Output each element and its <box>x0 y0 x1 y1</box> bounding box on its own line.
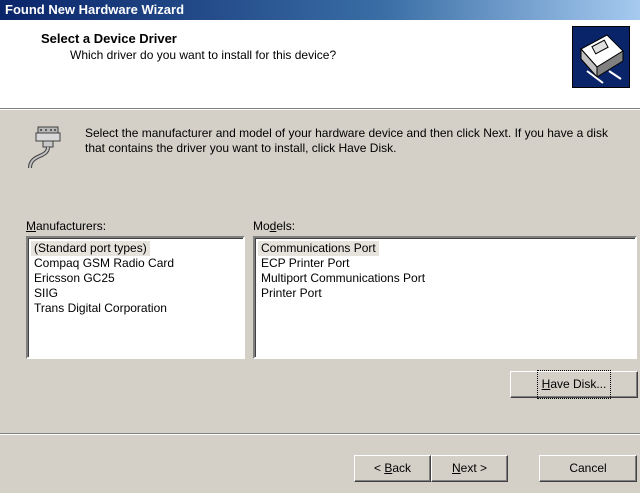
have-disk-button[interactable]: Have Disk... <box>510 370 638 399</box>
manufacturers-label: Manufacturers: <box>26 219 107 233</box>
serial-connector-icon <box>24 124 66 172</box>
list-item[interactable]: Trans Digital Corporation <box>31 301 170 316</box>
list-item[interactable]: (Standard port types) <box>31 241 150 256</box>
manufacturers-listbox[interactable]: (Standard port types) Compaq GSM Radio C… <box>26 236 245 359</box>
list-item[interactable]: Multiport Communications Port <box>258 271 428 286</box>
models-listbox[interactable]: Communications Port ECP Printer Port Mul… <box>253 236 637 359</box>
instructions-text: Select the manufacturer and model of you… <box>85 126 608 155</box>
list-item[interactable]: Printer Port <box>258 286 325 301</box>
list-item[interactable]: Ericsson GC25 <box>31 271 118 286</box>
list-item[interactable]: Communications Port <box>258 241 379 256</box>
cancel-button[interactable]: Cancel <box>539 455 637 482</box>
page-title: Select a Device Driver <box>41 31 177 46</box>
page-subtitle: Which driver do you want to install for … <box>70 48 337 62</box>
hardware-card-icon <box>572 26 630 88</box>
title-bar[interactable]: Found New Hardware Wizard <box>0 0 640 20</box>
manufacturers-label-accelerator: M <box>26 219 36 233</box>
button-separator <box>0 433 640 435</box>
window-title: Found New Hardware Wizard <box>5 2 185 17</box>
list-item[interactable]: ECP Printer Port <box>258 256 352 271</box>
list-item[interactable]: Compaq GSM Radio Card <box>31 256 177 271</box>
models-label: Models: <box>253 219 296 233</box>
wizard-header: Select a Device Driver Which driver do y… <box>0 20 640 109</box>
back-button[interactable]: < Back <box>354 455 431 482</box>
next-button[interactable]: Next > <box>431 455 508 482</box>
list-item[interactable]: SIIG <box>31 286 61 301</box>
